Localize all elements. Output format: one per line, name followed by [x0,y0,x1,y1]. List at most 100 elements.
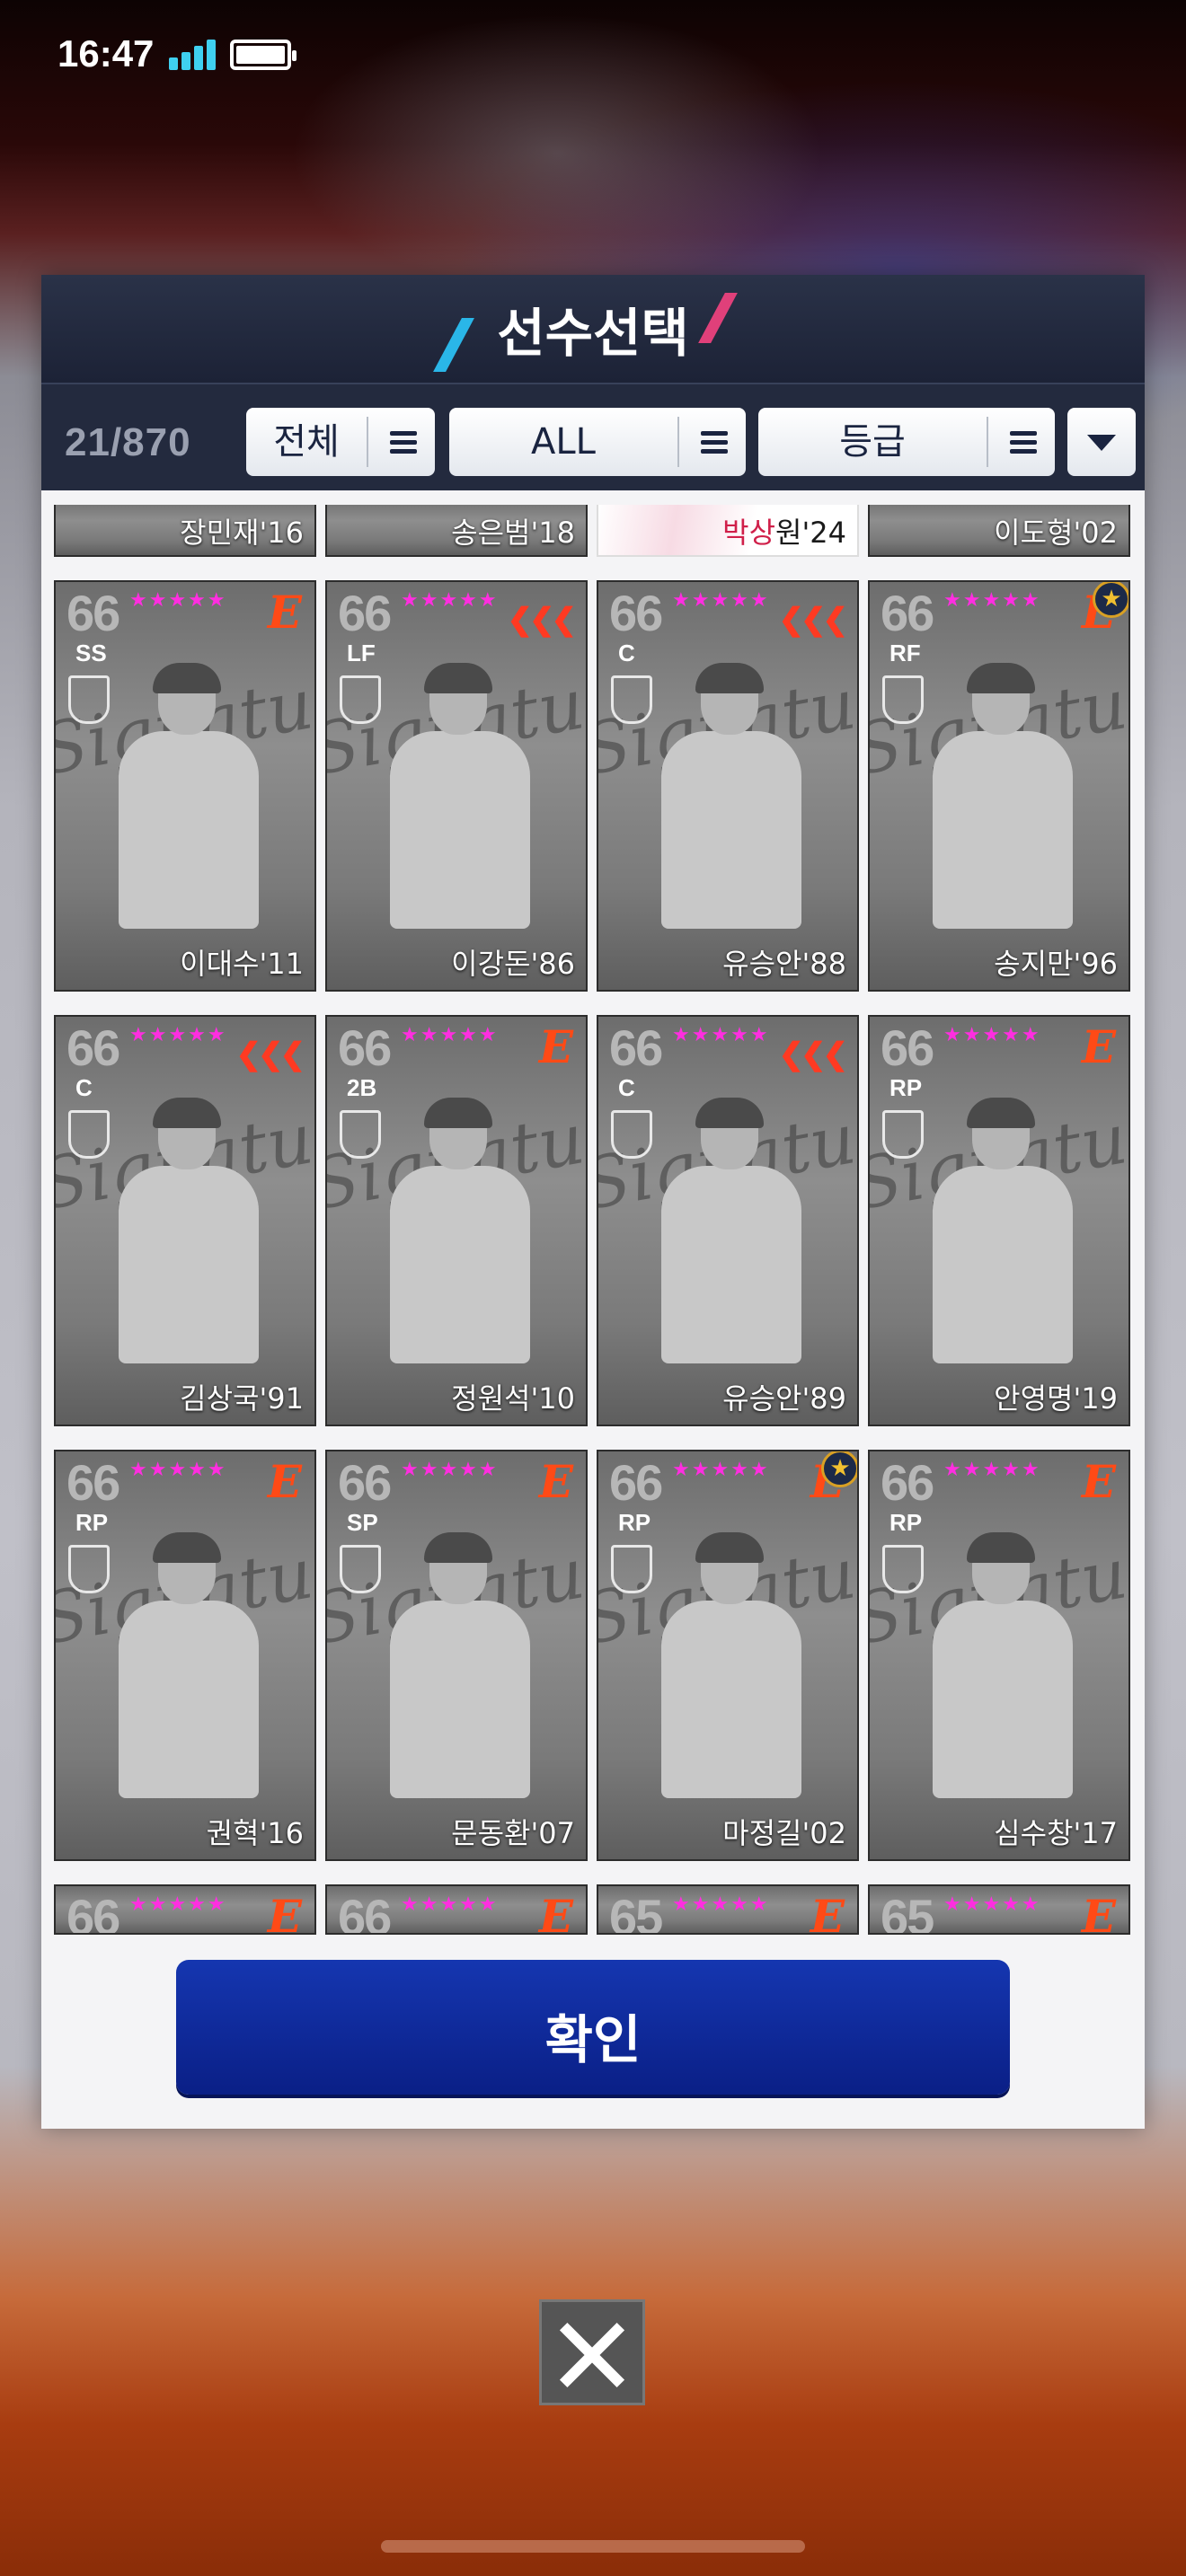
player-card[interactable]: Signature 66 ★★★★★ RP E 안영명'19 [868,1015,1130,1426]
player-card[interactable]: Signature 66 ★★★★★ 2B E 정원석'10 [325,1015,588,1426]
filter-team[interactable]: 전체 [246,408,435,476]
player-photo [645,1532,816,1798]
player-card[interactable]: 송은범'18 [325,505,588,557]
player-name: 송지만'96 [994,947,1118,981]
player-name: 김상국'91 [180,1381,304,1416]
eagles-wing-logo-icon: ❮❮❮ [507,602,577,638]
filter-position[interactable]: ALL [449,408,746,476]
player-card[interactable]: Signature 66 ★★★★★ C ❮❮❮ 유승안'88 [597,580,859,992]
player-card[interactable]: 65 ★★★★★ E [868,1884,1130,1935]
eagles-e-logo-icon: E [267,1890,302,1935]
player-photo [374,1532,544,1798]
player-card[interactable]: 65 ★★★★★ E [597,1884,859,1935]
eagles-e-logo-icon: E [1081,1890,1116,1935]
player-name: 송은범'18 [451,516,575,550]
player-card[interactable]: Signature 66 ★★★★★ RP E 마정길'02 ★ [597,1450,859,1861]
player-grid[interactable]: 장민재'16 송은범'18 박상원'24 이도형'02 Signature 66… [54,505,1132,1935]
player-overall: 65 [881,1889,934,1935]
player-position: RP [75,1509,109,1536]
player-photo [102,1532,273,1798]
shield-icon [68,675,110,724]
shield-icon [340,1110,381,1159]
star-badge-icon: ★ [1093,582,1128,618]
player-card[interactable]: Signature 66 ★★★★★ RP E 심수창'17 [868,1450,1130,1861]
player-overall: 66 [338,1889,392,1935]
player-overall: 66 [609,1454,663,1511]
player-photo [374,1098,544,1363]
player-position: C [618,640,635,666]
player-name: 마정길'02 [722,1816,846,1850]
shield-icon [68,1545,110,1593]
player-card[interactable]: 이도형'02 [868,505,1130,557]
player-card[interactable]: Signature 66 ★★★★★ SP E 문동환'07 [325,1450,588,1861]
close-x-icon[interactable] [539,2299,645,2405]
player-card[interactable]: Signature 66 ★★★★★ LF ❮❮❮ 이강돈'86 [325,580,588,992]
star-rating: ★★★★★ [129,1893,227,1916]
player-photo [916,1098,1087,1363]
player-photo [645,663,816,929]
filter-grade[interactable]: 등급 [758,408,1055,476]
player-overall: 66 [66,1019,120,1076]
home-indicator[interactable] [381,2540,805,2553]
shield-icon [611,675,652,724]
shield-icon [882,675,924,724]
player-photo [916,663,1087,929]
player-select-panel: 선수선택 21/870 전체 ALL 등급 장민재'16 송은범'18 박상원'… [41,275,1145,2129]
player-card[interactable]: Signature 66 ★★★★★ C ❮❮❮ 김상국'91 [54,1015,316,1426]
player-name: 이강돈'86 [451,947,575,981]
player-position: RP [618,1509,651,1536]
eagles-e-logo-icon: E [538,1455,573,1508]
star-rating: ★★★★★ [401,1024,499,1046]
player-overall: 66 [338,1454,392,1511]
player-name: 정원석'10 [451,1381,575,1416]
star-rating: ★★★★★ [672,1893,770,1916]
filter-grade-label: 등급 [839,421,906,463]
player-name: 이대수'11 [180,947,304,981]
player-card-selected[interactable]: 박상원'24 [597,505,859,557]
shield-icon [882,1545,924,1593]
player-card[interactable]: Signature 66 ★★★★★ SS E 이대수'11 [54,580,316,992]
player-name: 유승안'89 [722,1381,846,1416]
player-count: 21/870 [65,420,191,464]
player-card[interactable]: 66 ★★★★★ E [54,1884,316,1935]
player-photo [102,1098,273,1363]
filter-team-label: 전체 [273,421,340,463]
hamburger-icon[interactable] [677,417,746,467]
player-overall: 66 [66,1889,120,1935]
player-card[interactable]: 66 ★★★★★ E [325,1884,588,1935]
player-position: C [618,1074,635,1101]
shield-icon [340,1545,381,1593]
confirm-label: 확인 [544,2009,642,2070]
confirm-button[interactable]: 확인 [176,1960,1010,2095]
star-rating: ★★★★★ [672,589,770,612]
page-title: 선수선택 [497,303,689,364]
shield-icon [340,675,381,724]
player-overall: 66 [609,585,663,641]
player-name: 문동환'07 [451,1816,575,1850]
shield-icon [611,1545,652,1593]
player-card[interactable]: 장민재'16 [54,505,316,557]
hamburger-icon[interactable] [987,417,1055,467]
player-name: 박상원'24 [722,516,846,550]
player-position: C [75,1074,93,1101]
player-photo [645,1098,816,1363]
player-position: SP [347,1509,378,1536]
shield-icon [611,1110,652,1159]
player-overall: 66 [66,585,120,641]
player-photo [102,663,273,929]
star-rating: ★★★★★ [401,1893,499,1916]
eagles-e-logo-icon: E [267,586,302,639]
star-badge-icon: ★ [821,1451,857,1487]
player-overall: 66 [881,1454,934,1511]
triangle-down-icon[interactable] [1067,408,1136,476]
player-position: RP [890,1074,923,1101]
player-overall: 65 [609,1889,663,1935]
star-rating: ★★★★★ [129,1024,227,1046]
hamburger-icon[interactable] [367,417,435,467]
player-card[interactable]: Signature 66 ★★★★★ C ❮❮❮ 유승안'89 [597,1015,859,1426]
player-card[interactable]: Signature 66 ★★★★★ RF E 송지만'96 ★ [868,580,1130,992]
player-card[interactable]: Signature 66 ★★★★★ RP E 권혁'16 [54,1450,316,1861]
star-rating: ★★★★★ [943,1024,1041,1046]
player-position: RP [890,1509,923,1536]
eagles-e-logo-icon: E [1081,1455,1116,1508]
